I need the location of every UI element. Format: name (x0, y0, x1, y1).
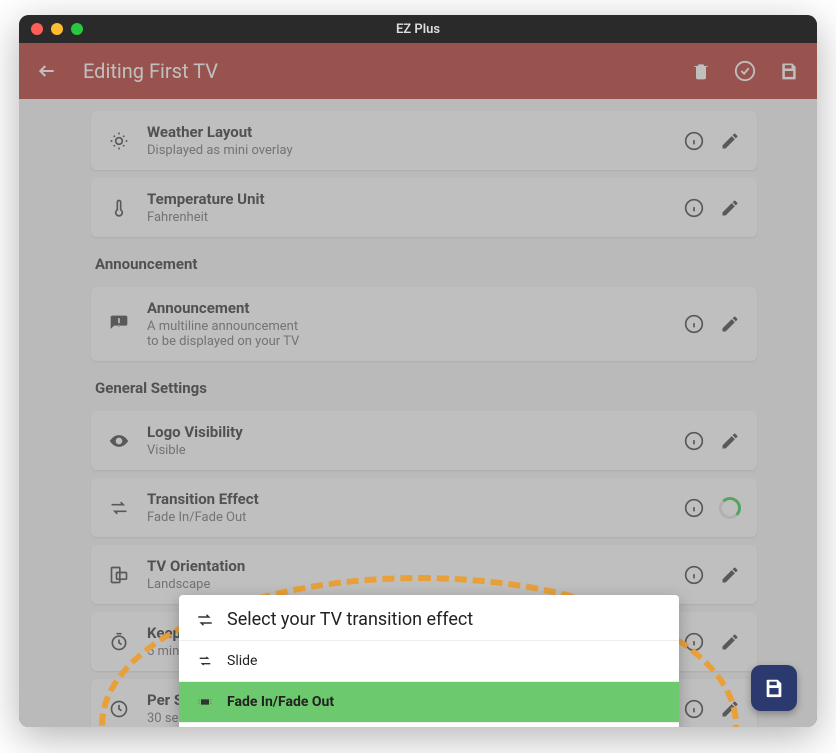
popup-header: Select your TV transition effect (179, 595, 679, 640)
maximize-window-button[interactable] (71, 23, 83, 35)
popup-title: Select your TV transition effect (227, 609, 473, 630)
transition-effect-popup: Select your TV transition effect Slide F… (179, 595, 679, 727)
option-slide[interactable]: Slide (179, 640, 679, 681)
slide-icon (195, 651, 215, 671)
option-cut[interactable]: Cut (179, 722, 679, 727)
window-title: EZ Plus (19, 22, 817, 37)
minimize-window-button[interactable] (51, 23, 63, 35)
app-window: EZ Plus Editing First TV (19, 15, 817, 727)
window-controls (19, 23, 83, 35)
close-window-button[interactable] (31, 23, 43, 35)
transition-icon (195, 610, 215, 630)
option-label: Fade In/Fade Out (227, 694, 334, 710)
option-fade[interactable]: Fade In/Fade Out (179, 681, 679, 722)
fade-icon (195, 692, 215, 712)
option-label: Slide (227, 653, 257, 669)
app-content: Editing First TV Weather Layout (19, 43, 817, 727)
save-fab-button[interactable] (751, 665, 797, 711)
titlebar: EZ Plus (19, 15, 817, 43)
